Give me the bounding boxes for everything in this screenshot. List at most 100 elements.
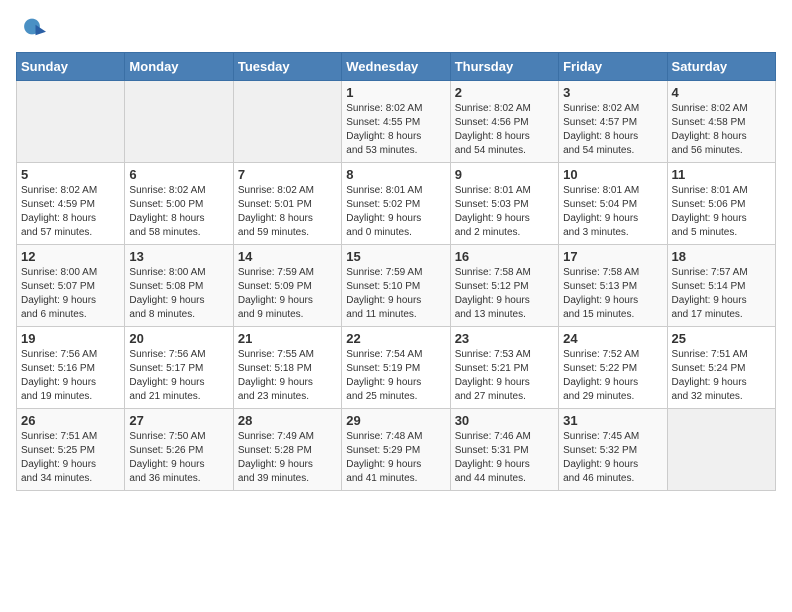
calendar-cell: 31 Sunrise: 7:45 AM Sunset: 5:32 PM Dayli… (559, 409, 667, 491)
day-info: Sunrise: 7:59 AM Sunset: 5:09 PM Dayligh… (238, 266, 337, 322)
day-info: Sunrise: 7:56 AM Sunset: 5:16 PM Dayligh… (21, 348, 120, 404)
day-info: Sunrise: 8:02 AM Sunset: 5:01 PM Dayligh… (238, 184, 337, 240)
calendar-header: SundayMondayTuesdayWednesdayThursdayFrid… (17, 53, 776, 81)
calendar-body: 1 Sunrise: 8:02 AM Sunset: 4:55 PM Daylig… (17, 81, 776, 491)
day-number: 11 (672, 167, 771, 182)
calendar-cell: 14 Sunrise: 7:59 AM Sunset: 5:09 PM Dayli… (233, 245, 341, 327)
calendar-cell: 10 Sunrise: 8:01 AM Sunset: 5:04 PM Dayli… (559, 163, 667, 245)
calendar-cell: 22 Sunrise: 7:54 AM Sunset: 5:19 PM Dayli… (342, 327, 450, 409)
day-number: 4 (672, 85, 771, 100)
calendar-cell: 12 Sunrise: 8:00 AM Sunset: 5:07 PM Dayli… (17, 245, 125, 327)
day-info: Sunrise: 8:02 AM Sunset: 4:56 PM Dayligh… (455, 102, 554, 158)
day-number: 30 (455, 413, 554, 428)
calendar-cell (667, 409, 775, 491)
calendar-cell: 20 Sunrise: 7:56 AM Sunset: 5:17 PM Dayli… (125, 327, 233, 409)
weekday-header: Sunday (17, 53, 125, 81)
calendar-cell: 24Sunrise: 7:52 AM Sunset: 5:22 PM Dayli… (559, 327, 667, 409)
calendar-cell: 30 Sunrise: 7:46 AM Sunset: 5:31 PM Dayli… (450, 409, 558, 491)
day-info: Sunrise: 7:59 AM Sunset: 5:10 PM Dayligh… (346, 266, 445, 322)
calendar-cell: 16Sunrise: 7:58 AM Sunset: 5:12 PM Dayli… (450, 245, 558, 327)
day-number: 22 (346, 331, 445, 346)
day-info: Sunrise: 7:57 AM Sunset: 5:14 PM Dayligh… (672, 266, 771, 322)
day-number: 15 (346, 249, 445, 264)
calendar-cell: 18 Sunrise: 7:57 AM Sunset: 5:14 PM Dayli… (667, 245, 775, 327)
calendar-cell: 2 Sunrise: 8:02 AM Sunset: 4:56 PM Daylig… (450, 81, 558, 163)
weekday-header: Friday (559, 53, 667, 81)
day-number: 7 (238, 167, 337, 182)
day-info: Sunrise: 8:02 AM Sunset: 4:55 PM Dayligh… (346, 102, 445, 158)
day-number: 2 (455, 85, 554, 100)
day-number: 9 (455, 167, 554, 182)
day-info: Sunrise: 8:01 AM Sunset: 5:06 PM Dayligh… (672, 184, 771, 240)
day-number: 10 (563, 167, 662, 182)
logo-icon (18, 16, 46, 44)
day-number: 16 (455, 249, 554, 264)
day-number: 6 (129, 167, 228, 182)
day-info: Sunrise: 7:56 AM Sunset: 5:17 PM Dayligh… (129, 348, 228, 404)
weekday-header: Tuesday (233, 53, 341, 81)
day-info: Sunrise: 7:53 AM Sunset: 5:21 PM Dayligh… (455, 348, 554, 404)
day-number: 31 (563, 413, 662, 428)
day-number: 13 (129, 249, 228, 264)
day-number: 1 (346, 85, 445, 100)
day-info: Sunrise: 7:51 AM Sunset: 5:25 PM Dayligh… (21, 430, 120, 486)
calendar-cell: 26Sunrise: 7:51 AM Sunset: 5:25 PM Dayli… (17, 409, 125, 491)
calendar-cell: 1 Sunrise: 8:02 AM Sunset: 4:55 PM Daylig… (342, 81, 450, 163)
weekday-header: Monday (125, 53, 233, 81)
day-number: 18 (672, 249, 771, 264)
day-info: Sunrise: 7:54 AM Sunset: 5:19 PM Dayligh… (346, 348, 445, 404)
calendar-cell: 28 Sunrise: 7:49 AM Sunset: 5:28 PM Dayli… (233, 409, 341, 491)
calendar-cell: 8 Sunrise: 8:01 AM Sunset: 5:02 PM Daylig… (342, 163, 450, 245)
day-info: Sunrise: 8:02 AM Sunset: 5:00 PM Dayligh… (129, 184, 228, 240)
calendar-week-row: 19Sunrise: 7:56 AM Sunset: 5:16 PM Dayli… (17, 327, 776, 409)
day-info: Sunrise: 7:45 AM Sunset: 5:32 PM Dayligh… (563, 430, 662, 486)
day-info: Sunrise: 8:01 AM Sunset: 5:04 PM Dayligh… (563, 184, 662, 240)
day-number: 29 (346, 413, 445, 428)
day-number: 20 (129, 331, 228, 346)
weekday-header: Wednesday (342, 53, 450, 81)
calendar-cell: 27 Sunrise: 7:50 AM Sunset: 5:26 PM Dayli… (125, 409, 233, 491)
day-number: 14 (238, 249, 337, 264)
calendar-cell: 9 Sunrise: 8:01 AM Sunset: 5:03 PM Daylig… (450, 163, 558, 245)
calendar-cell (233, 81, 341, 163)
day-info: Sunrise: 8:01 AM Sunset: 5:03 PM Dayligh… (455, 184, 554, 240)
day-number: 28 (238, 413, 337, 428)
day-number: 21 (238, 331, 337, 346)
calendar-week-row: 26Sunrise: 7:51 AM Sunset: 5:25 PM Dayli… (17, 409, 776, 491)
calendar-week-row: 5 Sunrise: 8:02 AM Sunset: 4:59 PM Daylig… (17, 163, 776, 245)
calendar-cell: 29 Sunrise: 7:48 AM Sunset: 5:29 PM Dayli… (342, 409, 450, 491)
day-info: Sunrise: 8:01 AM Sunset: 5:02 PM Dayligh… (346, 184, 445, 240)
day-number: 12 (21, 249, 120, 264)
day-number: 27 (129, 413, 228, 428)
day-info: Sunrise: 7:50 AM Sunset: 5:26 PM Dayligh… (129, 430, 228, 486)
day-number: 17 (563, 249, 662, 264)
calendar-cell (17, 81, 125, 163)
calendar-cell: 3Sunrise: 8:02 AM Sunset: 4:57 PM Daylig… (559, 81, 667, 163)
calendar-cell: 15 Sunrise: 7:59 AM Sunset: 5:10 PM Dayli… (342, 245, 450, 327)
calendar-week-row: 1 Sunrise: 8:02 AM Sunset: 4:55 PM Daylig… (17, 81, 776, 163)
day-number: 23 (455, 331, 554, 346)
calendar-cell (125, 81, 233, 163)
day-info: Sunrise: 7:48 AM Sunset: 5:29 PM Dayligh… (346, 430, 445, 486)
calendar-cell: 7 Sunrise: 8:02 AM Sunset: 5:01 PM Daylig… (233, 163, 341, 245)
weekday-header: Saturday (667, 53, 775, 81)
day-info: Sunrise: 7:46 AM Sunset: 5:31 PM Dayligh… (455, 430, 554, 486)
day-info: Sunrise: 8:02 AM Sunset: 4:59 PM Dayligh… (21, 184, 120, 240)
day-number: 25 (672, 331, 771, 346)
day-info: Sunrise: 7:58 AM Sunset: 5:13 PM Dayligh… (563, 266, 662, 322)
calendar-cell: 11 Sunrise: 8:01 AM Sunset: 5:06 PM Dayli… (667, 163, 775, 245)
page-header (16, 16, 776, 44)
calendar-cell: 19Sunrise: 7:56 AM Sunset: 5:16 PM Dayli… (17, 327, 125, 409)
day-info: Sunrise: 8:00 AM Sunset: 5:07 PM Dayligh… (21, 266, 120, 322)
calendar-cell: 13 Sunrise: 8:00 AM Sunset: 5:08 PM Dayli… (125, 245, 233, 327)
calendar-week-row: 12 Sunrise: 8:00 AM Sunset: 5:07 PM Dayli… (17, 245, 776, 327)
day-number: 5 (21, 167, 120, 182)
calendar-cell: 4Sunrise: 8:02 AM Sunset: 4:58 PM Daylig… (667, 81, 775, 163)
calendar-cell: 17 Sunrise: 7:58 AM Sunset: 5:13 PM Dayli… (559, 245, 667, 327)
calendar-cell: 6 Sunrise: 8:02 AM Sunset: 5:00 PM Daylig… (125, 163, 233, 245)
day-info: Sunrise: 7:49 AM Sunset: 5:28 PM Dayligh… (238, 430, 337, 486)
day-number: 3 (563, 85, 662, 100)
weekday-header: Thursday (450, 53, 558, 81)
day-number: 8 (346, 167, 445, 182)
day-info: Sunrise: 8:00 AM Sunset: 5:08 PM Dayligh… (129, 266, 228, 322)
